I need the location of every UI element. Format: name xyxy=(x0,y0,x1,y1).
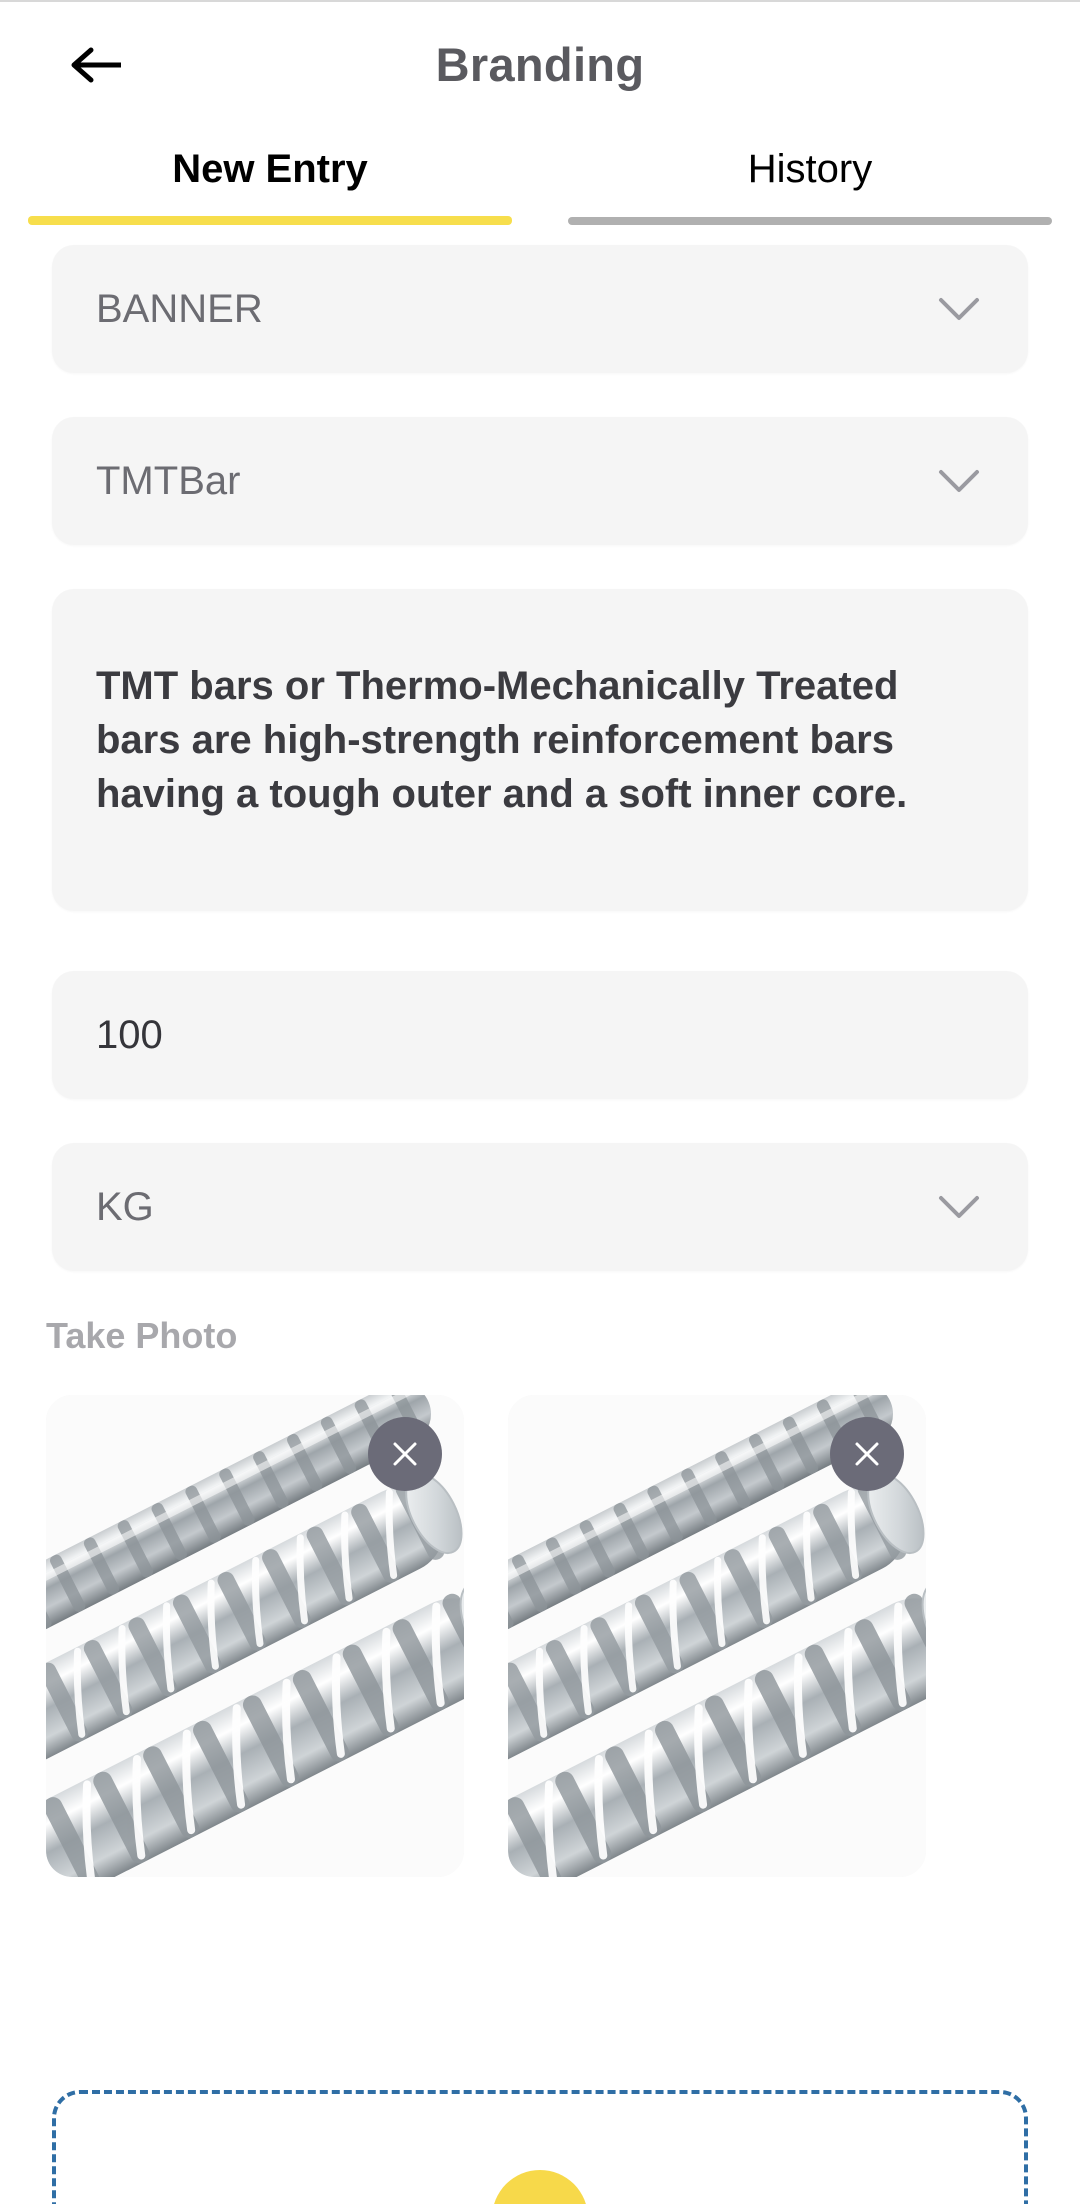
tab-history[interactable]: History xyxy=(540,127,1080,245)
photo-remove-button[interactable] xyxy=(368,1417,442,1491)
quantity-value: 100 xyxy=(96,1013,163,1057)
banner-select[interactable]: BANNER xyxy=(52,245,1028,373)
product-select[interactable]: TMTBar xyxy=(52,417,1028,545)
plus-icon xyxy=(516,2194,564,2204)
chevron-down-icon xyxy=(936,458,982,504)
description-value: TMT bars or Thermo-Mechanically Treated … xyxy=(96,664,908,816)
tab-bar: New Entry History xyxy=(0,127,1080,245)
photo-thumbnail[interactable] xyxy=(46,1395,464,1877)
page-title: Branding xyxy=(435,38,645,91)
tab-history-indicator xyxy=(568,217,1052,225)
photo-thumbnail[interactable] xyxy=(508,1395,926,1877)
form-spacer xyxy=(52,955,1028,971)
tab-history-label: History xyxy=(747,147,873,191)
entry-form: BANNER TMTBar TMT bars or Thermo-Mechani… xyxy=(0,245,1080,1271)
banner-select-value: BANNER xyxy=(96,287,263,331)
photo-remove-button[interactable] xyxy=(830,1417,904,1491)
arrow-left-icon xyxy=(69,45,125,85)
unit-select-value: KG xyxy=(96,1185,154,1229)
photo-thumbnail-row xyxy=(0,1395,1080,1877)
app-header: Branding xyxy=(0,2,1080,127)
close-icon xyxy=(849,1436,885,1472)
product-select-value: TMTBar xyxy=(96,459,241,503)
take-photo-label: Take Photo xyxy=(46,1315,238,1356)
chevron-down-icon xyxy=(936,1184,982,1230)
description-field[interactable]: TMT bars or Thermo-Mechanically Treated … xyxy=(52,589,1028,911)
close-icon xyxy=(387,1436,423,1472)
back-button[interactable] xyxy=(62,30,132,100)
quantity-input[interactable]: 100 xyxy=(52,971,1028,1099)
tab-new-entry-label: New Entry xyxy=(172,147,368,191)
tab-new-entry[interactable]: New Entry xyxy=(0,127,540,245)
unit-select[interactable]: KG xyxy=(52,1143,1028,1271)
chevron-down-icon xyxy=(936,286,982,332)
tab-new-entry-indicator xyxy=(28,216,512,225)
branding-screen: Branding New Entry History BANNER TMTBar xyxy=(0,0,1080,2204)
